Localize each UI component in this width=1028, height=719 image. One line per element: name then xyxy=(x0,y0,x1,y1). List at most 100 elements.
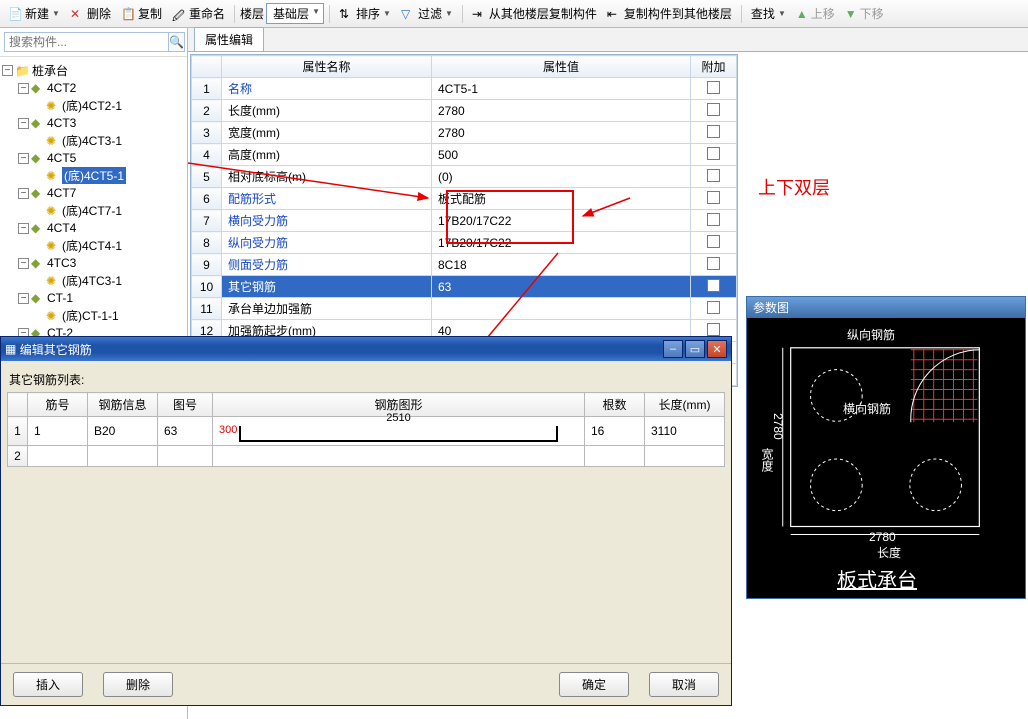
rename-button[interactable]: 🖉重命名 xyxy=(168,3,229,24)
insert-button[interactable]: 插入 xyxy=(13,672,83,697)
tree-item[interactable]: −4CT3 xyxy=(2,115,185,131)
checkbox[interactable] xyxy=(707,147,720,160)
tree-item[interactable]: −CT-1 xyxy=(2,290,185,306)
tree-item[interactable]: (底)4CT7-1 xyxy=(2,201,185,220)
rename-icon: 🖉 xyxy=(172,7,186,21)
leaf-icon xyxy=(46,169,60,183)
leaf-icon xyxy=(46,134,60,148)
tree-item[interactable]: (底)CT-1-1 xyxy=(2,306,185,325)
tree-item[interactable]: (底)4CT5-1 xyxy=(2,166,185,185)
copy-from-button[interactable]: ⇥从其他楼层复制构件 xyxy=(468,3,601,24)
collapse-icon[interactable]: − xyxy=(18,223,29,234)
copy-icon: 📋 xyxy=(121,7,135,21)
leaf-icon xyxy=(46,309,60,323)
property-row[interactable]: 3宽度(mm)2780 xyxy=(192,122,737,144)
tree-item[interactable]: (底)4CT3-1 xyxy=(2,131,185,150)
leaf-icon xyxy=(46,204,60,218)
collapse-icon[interactable]: − xyxy=(18,258,29,269)
edit-titlebar[interactable]: ▦ 编辑其它钢筋 – ▭ ✕ xyxy=(1,337,731,361)
search-bar: 🔍 xyxy=(0,28,187,57)
property-row[interactable]: 5相对底标高(m)(0) xyxy=(192,166,737,188)
edit-other-rebar-window: ▦ 编辑其它钢筋 – ▭ ✕ 其它钢筋列表: 筋号 钢筋信息 图号 钢筋图形 根… xyxy=(0,336,732,706)
copy-from-icon: ⇥ xyxy=(472,7,486,21)
copy-to-icon: ⇤ xyxy=(607,7,621,21)
copy-button[interactable]: 📋复制 xyxy=(117,3,166,24)
checkbox[interactable] xyxy=(707,81,720,94)
new-button[interactable]: 📄新建▼ xyxy=(4,3,64,24)
maximize-button[interactable]: ▭ xyxy=(685,340,705,358)
property-row[interactable]: 6配筋形式板式配筋 xyxy=(192,188,737,210)
cancel-button[interactable]: 取消 xyxy=(649,672,719,697)
find-button[interactable]: 查找▼ xyxy=(747,3,790,24)
tree-root[interactable]: 桩承台 xyxy=(32,62,68,79)
tree-item[interactable]: (底)4CT2-1 xyxy=(2,96,185,115)
ok-button[interactable]: 确定 xyxy=(559,672,629,697)
node-icon xyxy=(31,221,45,235)
checkbox[interactable] xyxy=(707,213,720,226)
rebar-row[interactable]: 2 xyxy=(8,446,725,467)
main-toolbar: 📄新建▼ ✕删除 📋复制 🖉重命名 楼层 基础层 ▼ ⇅排序▼ ▽过滤▼ ⇥从其… xyxy=(0,0,1028,28)
property-row[interactable]: 11承台单边加强筋 xyxy=(192,298,737,320)
search-icon: 🔍 xyxy=(169,35,184,49)
checkbox[interactable] xyxy=(707,323,720,336)
rebar-table[interactable]: 筋号 钢筋信息 图号 钢筋图形 根数 长度(mm) 11B20633002510… xyxy=(7,392,725,467)
checkbox[interactable] xyxy=(707,279,720,292)
checkbox[interactable] xyxy=(707,191,720,204)
param-diagram: 纵向钢筋 横向钢筋 宽度 2780 2780 长度 板式承台 xyxy=(747,318,1025,598)
filter-icon: ▽ xyxy=(401,7,415,21)
checkbox[interactable] xyxy=(707,235,720,248)
tree-item[interactable]: −4CT5 xyxy=(2,150,185,166)
collapse-icon[interactable]: − xyxy=(2,65,13,76)
checkbox[interactable] xyxy=(707,125,720,138)
tree-item[interactable]: (底)4TC3-1 xyxy=(2,271,185,290)
filter-button[interactable]: ▽过滤▼ xyxy=(397,3,457,24)
new-icon: 📄 xyxy=(8,7,22,21)
checkbox[interactable] xyxy=(707,169,720,182)
tree-item[interactable]: −4CT4 xyxy=(2,220,185,236)
collapse-icon[interactable]: − xyxy=(18,118,29,129)
search-input[interactable] xyxy=(4,32,169,52)
param-title: 参数图 xyxy=(747,297,1025,318)
delete-button[interactable]: ✕删除 xyxy=(66,3,115,24)
node-icon xyxy=(31,81,45,95)
move-down-button: ▼下移 xyxy=(841,3,888,24)
property-row[interactable]: 4高度(mm)500 xyxy=(192,144,737,166)
down-icon: ▼ xyxy=(845,7,857,21)
property-row[interactable]: 8纵向受力筋17B20/17C22 xyxy=(192,232,737,254)
property-row[interactable]: 1名称4CT5-1 xyxy=(192,78,737,100)
annotation-label: 上下双层 xyxy=(758,174,830,200)
node-icon xyxy=(31,186,45,200)
node-icon xyxy=(31,116,45,130)
minimize-button[interactable]: – xyxy=(663,340,683,358)
folder-icon: 📁 xyxy=(15,64,30,78)
floor-label: 楼层 xyxy=(240,5,264,22)
col-att: 附加 xyxy=(691,56,737,78)
delete-row-button[interactable]: 删除 xyxy=(103,672,173,697)
sort-icon: ⇅ xyxy=(339,7,353,21)
tree-item[interactable]: −4TC3 xyxy=(2,255,185,271)
collapse-icon[interactable]: − xyxy=(18,153,29,164)
property-row[interactable]: 7横向受力筋17B20/17C22 xyxy=(192,210,737,232)
sort-button[interactable]: ⇅排序▼ xyxy=(335,3,395,24)
collapse-icon[interactable]: − xyxy=(18,83,29,94)
tree-item[interactable]: −4CT2 xyxy=(2,80,185,96)
checkbox[interactable] xyxy=(707,103,720,116)
search-go-button[interactable]: 🔍 xyxy=(169,32,185,52)
checkbox[interactable] xyxy=(707,301,720,314)
rebar-row[interactable]: 11B20633002510163110 xyxy=(8,417,725,446)
close-button[interactable]: ✕ xyxy=(707,340,727,358)
tree-item[interactable]: (底)4CT4-1 xyxy=(2,236,185,255)
leaf-icon xyxy=(46,274,60,288)
collapse-icon[interactable]: − xyxy=(18,293,29,304)
checkbox[interactable] xyxy=(707,257,720,270)
tree-item[interactable]: −4CT7 xyxy=(2,185,185,201)
tab-property-edit[interactable]: 属性编辑 xyxy=(194,27,264,51)
collapse-icon[interactable]: − xyxy=(18,188,29,199)
node-icon xyxy=(31,151,45,165)
property-row[interactable]: 10其它钢筋63 xyxy=(192,276,737,298)
property-row[interactable]: 2长度(mm)2780 xyxy=(192,100,737,122)
property-row[interactable]: 9侧面受力筋8C18 xyxy=(192,254,737,276)
copy-to-button[interactable]: ⇤复制构件到其他楼层 xyxy=(603,3,736,24)
param-panel: 参数图 纵向钢筋 横向钢 xyxy=(746,296,1026,599)
layer-combo[interactable]: 基础层 ▼ xyxy=(266,3,324,24)
